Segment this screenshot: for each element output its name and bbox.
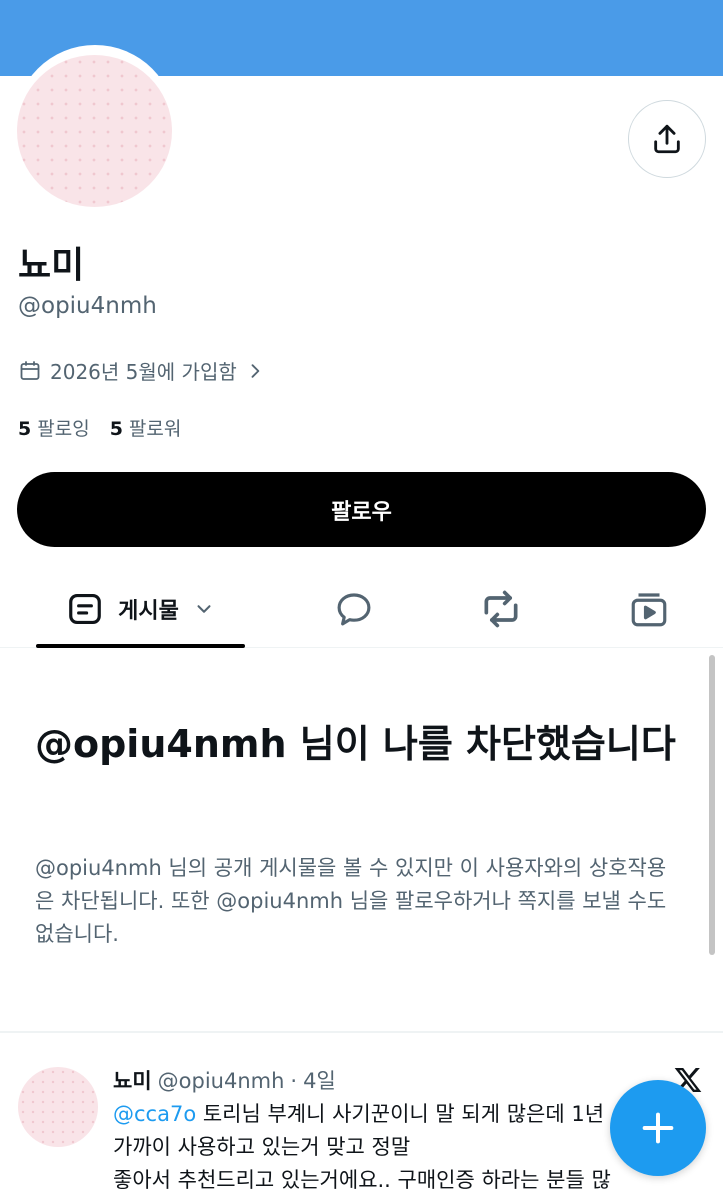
- tab-posts-label: 게시물: [118, 599, 179, 624]
- following-count: 5: [18, 418, 32, 440]
- chevron-down-icon: [197, 605, 211, 613]
- post-time[interactable]: 4일: [303, 1065, 336, 1095]
- tab-replies[interactable]: [316, 570, 392, 648]
- reply-icon: [337, 593, 371, 626]
- calendar-icon: [20, 360, 40, 380]
- post-text-line1: 토리님 부계니 사기꾼이니 말 되게 많은데 1년: [196, 1102, 605, 1126]
- share-button[interactable]: [628, 100, 706, 178]
- section-divider: [0, 1031, 723, 1033]
- active-tab-indicator: [36, 644, 245, 648]
- post-avatar[interactable]: [18, 1067, 98, 1147]
- scrollbar[interactable]: [709, 655, 715, 955]
- joined-date-text: 2026년 5월에 가입함: [50, 360, 237, 384]
- share-icon: [654, 124, 680, 154]
- post-author-name[interactable]: 뇨미: [113, 1065, 152, 1095]
- post-author-handle[interactable]: @opiu4nmh: [158, 1069, 285, 1093]
- following-link[interactable]: 5 팔로잉: [18, 414, 90, 441]
- compose-button[interactable]: [610, 1080, 706, 1176]
- tab-media[interactable]: [611, 570, 687, 648]
- repost-icon: [484, 590, 518, 628]
- post-mention[interactable]: @cca7o: [113, 1102, 196, 1126]
- followers-count: 5: [109, 418, 123, 440]
- plus-icon: [642, 1112, 674, 1144]
- post-separator: ·: [290, 1069, 298, 1093]
- profile-avatar[interactable]: [17, 55, 172, 207]
- following-label: 팔로잉: [37, 418, 90, 440]
- profile-name: 뇨미: [18, 245, 85, 286]
- blocked-title: @opiu4nmh 님이 나를 차단했습니다: [35, 722, 676, 766]
- joined-date-row[interactable]: 2026년 5월에 가입함: [18, 356, 265, 385]
- followers-link[interactable]: 5 팔로워: [110, 414, 182, 441]
- chevron-right-icon: [251, 363, 259, 378]
- media-icon: [631, 593, 667, 627]
- blocked-description: @opiu4nmh 님의 공개 게시물을 볼 수 있지만 이 사용자와의 상호작…: [35, 856, 667, 946]
- followers-label: 팔로워: [128, 418, 182, 440]
- post-header: 뇨미 @opiu4nmh · 4일: [113, 1065, 336, 1095]
- profile-handle: @opiu4nmh: [18, 293, 157, 319]
- posts-icon: [69, 593, 101, 625]
- profile-tabs: 게시물: [0, 570, 723, 648]
- tab-posts[interactable]: 게시물: [36, 570, 245, 648]
- tab-reposts[interactable]: [463, 570, 539, 648]
- post-text-line2: 가까이 사용하고 있는거 맞고 정말: [113, 1135, 411, 1159]
- follow-stats: 5 팔로잉 5 팔로워: [18, 414, 181, 441]
- follow-button[interactable]: 팔로우: [17, 472, 706, 547]
- post-text-line3: 좋아서 추천드리고 있는거에요.. 구매인증 하라는 분들 많: [113, 1168, 611, 1192]
